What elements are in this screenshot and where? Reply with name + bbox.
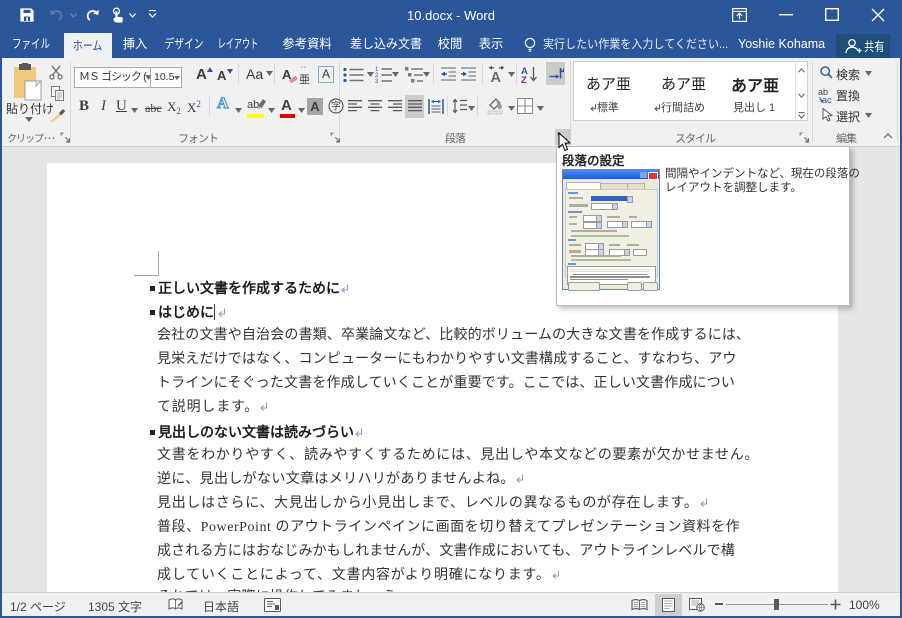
svg-text:ac: ac — [822, 95, 832, 103]
svg-text:A: A — [491, 70, 502, 84]
svg-text:Z: Z — [521, 75, 527, 84]
svg-text:字: 字 — [331, 100, 341, 113]
svg-text:3: 3 — [375, 79, 379, 83]
